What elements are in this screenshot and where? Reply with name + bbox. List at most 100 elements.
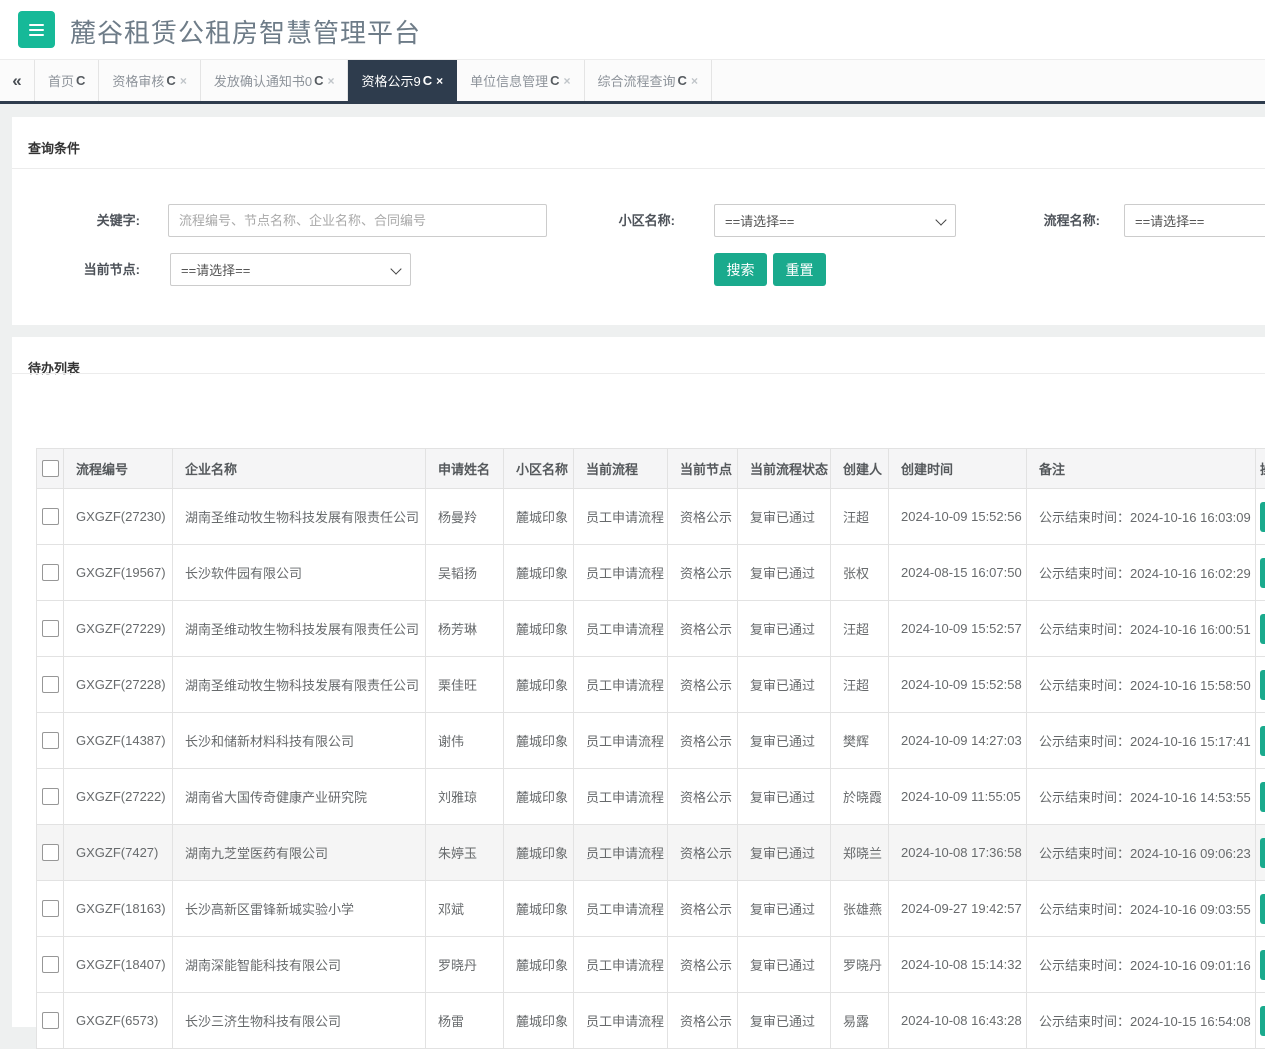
cell-community: 麓城印象 bbox=[504, 489, 574, 545]
tab-refresh-icon[interactable]: C bbox=[678, 73, 687, 88]
cell-company: 湖南深能智能科技有限公司 bbox=[173, 937, 426, 993]
tab-item-5[interactable]: 综合流程查询C× bbox=[585, 60, 712, 101]
tab-close-icon[interactable]: × bbox=[436, 74, 443, 88]
table-row: GXGZF(14387)长沙和储新材料科技有限公司谢伟麓城印象员工申请流程资格公… bbox=[37, 713, 1265, 769]
cell-status: 复审已通过 bbox=[738, 937, 831, 993]
cell-id: GXGZF(19567) bbox=[64, 545, 173, 601]
current-node-label: 当前节点: bbox=[12, 253, 140, 286]
column-header: 当前节点 bbox=[668, 449, 738, 489]
tab-refresh-icon[interactable]: C bbox=[550, 73, 559, 88]
row-checkbox[interactable] bbox=[42, 956, 59, 973]
tab-refresh-icon[interactable]: C bbox=[166, 73, 175, 88]
table-row: GXGZF(27230)湖南圣维动牧生物科技发展有限责任公司杨曼羚麓城印象员工申… bbox=[37, 489, 1265, 545]
cell-applicant: 刘雅琼 bbox=[426, 769, 504, 825]
row-checkbox[interactable] bbox=[42, 564, 59, 581]
menu-button[interactable] bbox=[18, 11, 55, 48]
keyword-label: 关键字: bbox=[12, 204, 140, 237]
cell-applicant: 谢伟 bbox=[426, 713, 504, 769]
cell-remark: 公示结束时间：2024-10-15 16:54:08 bbox=[1027, 993, 1256, 1049]
cell-company: 湖南省大国传奇健康产业研究院 bbox=[173, 769, 426, 825]
cell-applicant: 吴韬扬 bbox=[426, 545, 504, 601]
cell-remark: 公示结束时间：2024-10-16 14:53:55 bbox=[1027, 769, 1256, 825]
tab-item-2[interactable]: 发放确认通知书0C× bbox=[201, 60, 349, 101]
cell-remark: 公示结束时间：2024-10-16 16:02:29 bbox=[1027, 545, 1256, 601]
cell-remark: 公示结束时间：2024-10-16 16:03:09 bbox=[1027, 489, 1256, 545]
row-checkbox[interactable] bbox=[42, 1012, 59, 1029]
row-action-button[interactable] bbox=[1260, 614, 1265, 644]
row-checkbox[interactable] bbox=[42, 732, 59, 749]
tab-label: 单位信息管理 bbox=[470, 71, 548, 90]
select-all-checkbox[interactable] bbox=[42, 460, 59, 477]
tab-item-3[interactable]: 资格公示9C × bbox=[348, 60, 457, 101]
table-row: GXGZF(19567)长沙软件园有限公司吴韬扬麓城印象员工申请流程资格公示复审… bbox=[37, 545, 1265, 601]
reset-button[interactable]: 重置 bbox=[773, 253, 826, 286]
app-header: 麓谷租赁公租房智慧管理平台 bbox=[0, 0, 1265, 60]
cell-company: 湖南圣维动牧生物科技发展有限责任公司 bbox=[173, 601, 426, 657]
cell-applicant: 杨曼羚 bbox=[426, 489, 504, 545]
cell-creator: 张权 bbox=[831, 545, 889, 601]
flow-name-select[interactable]: ==请选择== bbox=[1124, 204, 1265, 237]
tab-refresh-icon[interactable]: C bbox=[423, 73, 432, 88]
cell-created: 2024-10-09 11:55:05 bbox=[889, 769, 1027, 825]
row-checkbox-cell bbox=[37, 769, 64, 825]
row-checkbox-cell bbox=[37, 825, 64, 881]
row-checkbox[interactable] bbox=[42, 620, 59, 637]
cell-status: 复审已通过 bbox=[738, 881, 831, 937]
tab-item-0[interactable]: 首页C bbox=[34, 60, 99, 101]
tab-close-icon[interactable]: × bbox=[564, 74, 571, 88]
row-action-button[interactable] bbox=[1260, 726, 1265, 756]
cell-creator: 於晓霞 bbox=[831, 769, 889, 825]
current-node-select[interactable]: ==请选择== bbox=[170, 253, 411, 286]
cell-node: 资格公示 bbox=[668, 713, 738, 769]
row-action-button[interactable] bbox=[1260, 838, 1265, 868]
row-checkbox[interactable] bbox=[42, 788, 59, 805]
cell-status: 复审已通过 bbox=[738, 825, 831, 881]
row-action-button[interactable] bbox=[1260, 670, 1265, 700]
cell-community: 麓城印象 bbox=[504, 657, 574, 713]
tab-close-icon[interactable]: × bbox=[180, 74, 187, 88]
tab-label: 资格公示9 bbox=[361, 71, 420, 90]
todo-panel-title: 待办列表 bbox=[28, 358, 80, 377]
collapse-tabs-button[interactable]: « bbox=[0, 60, 34, 101]
row-action-button[interactable] bbox=[1260, 1006, 1265, 1036]
cell-flow: 员工申请流程 bbox=[574, 545, 668, 601]
cell-status: 复审已通过 bbox=[738, 713, 831, 769]
double-chevron-left-icon: « bbox=[12, 71, 21, 91]
community-label: 小区名称: bbox=[475, 204, 675, 237]
flow-name-label: 流程名称: bbox=[900, 204, 1100, 237]
tab-refresh-icon[interactable]: C bbox=[314, 73, 323, 88]
row-action-button[interactable] bbox=[1260, 950, 1265, 980]
tab-close-icon[interactable]: × bbox=[327, 74, 334, 88]
search-button[interactable]: 搜索 bbox=[714, 253, 767, 286]
tab-item-4[interactable]: 单位信息管理C × bbox=[457, 60, 584, 101]
row-checkbox[interactable] bbox=[42, 844, 59, 861]
row-action-cell bbox=[1256, 937, 1265, 993]
cell-remark: 公示结束时间：2024-10-16 16:00:51 bbox=[1027, 601, 1256, 657]
tab-item-1[interactable]: 资格审核C× bbox=[99, 60, 200, 101]
tab-bar: « 首页C资格审核C×发放确认通知书0C×资格公示9C×单位信息管理C×综合流程… bbox=[0, 60, 1265, 104]
todo-table: 流程编号企业名称申请姓名小区名称当前流程当前节点当前流程状态创建人创建时间备注操… bbox=[36, 448, 1265, 1049]
tab-close-icon[interactable]: × bbox=[691, 74, 698, 88]
cell-id: GXGZF(14387) bbox=[64, 713, 173, 769]
cell-company: 湖南九芝堂医药有限公司 bbox=[173, 825, 426, 881]
cell-flow: 员工申请流程 bbox=[574, 769, 668, 825]
cell-applicant: 杨雷 bbox=[426, 993, 504, 1049]
cell-community: 麓城印象 bbox=[504, 825, 574, 881]
cell-remark: 公示结束时间：2024-10-16 09:06:23 bbox=[1027, 825, 1256, 881]
row-checkbox[interactable] bbox=[42, 676, 59, 693]
cell-flow: 员工申请流程 bbox=[574, 489, 668, 545]
row-action-button[interactable] bbox=[1260, 502, 1265, 532]
tab-list: 首页C资格审核C×发放确认通知书0C×资格公示9C×单位信息管理C×综合流程查询… bbox=[34, 60, 712, 101]
row-action-button[interactable] bbox=[1260, 894, 1265, 924]
row-checkbox[interactable] bbox=[42, 508, 59, 525]
row-action-button[interactable] bbox=[1260, 558, 1265, 588]
row-action-cell bbox=[1256, 881, 1265, 937]
row-checkbox[interactable] bbox=[42, 900, 59, 917]
column-header: 流程编号 bbox=[64, 449, 173, 489]
table-row: GXGZF(27222)湖南省大国传奇健康产业研究院刘雅琼麓城印象员工申请流程资… bbox=[37, 769, 1265, 825]
cell-created: 2024-10-09 14:27:03 bbox=[889, 713, 1027, 769]
tab-refresh-icon[interactable]: C bbox=[76, 73, 85, 88]
row-action-cell bbox=[1256, 769, 1265, 825]
row-action-button[interactable] bbox=[1260, 782, 1265, 812]
cell-creator: 汪超 bbox=[831, 601, 889, 657]
